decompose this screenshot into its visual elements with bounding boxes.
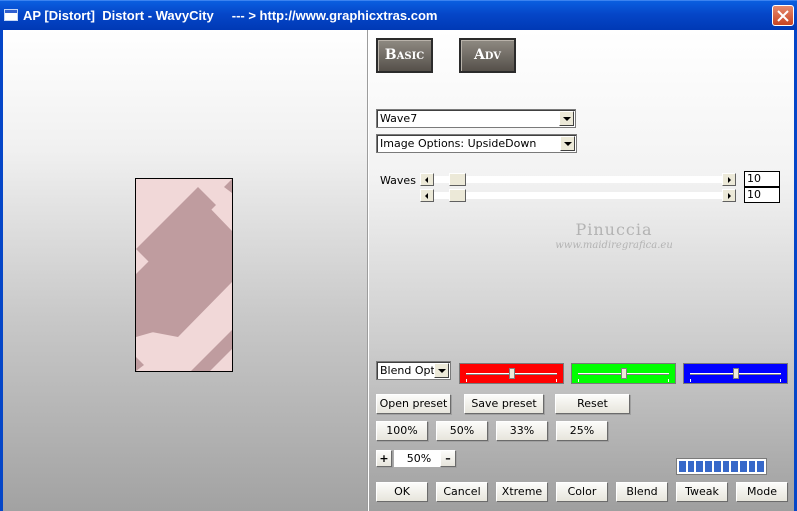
slider-tick — [780, 379, 781, 382]
image-options-value: Image Options: UpsideDown — [380, 137, 537, 150]
watermark: Pinuccia www.maidiregrafica.eu — [489, 220, 739, 251]
scroll-left-icon[interactable] — [420, 189, 434, 202]
chevron-down-icon — [559, 111, 574, 126]
red-channel-slider[interactable] — [459, 363, 564, 384]
scroll-left-icon[interactable] — [420, 173, 434, 186]
progress-segment — [696, 461, 704, 472]
slider-track — [434, 192, 722, 199]
ok-button[interactable]: OK — [376, 482, 428, 502]
progress-segment — [713, 461, 721, 472]
progress-segment — [687, 461, 695, 472]
slider-thumb[interactable] — [449, 173, 466, 186]
zoom-25-button[interactable]: 25% — [556, 421, 608, 441]
progress-segment — [748, 461, 756, 472]
progress-segment — [757, 461, 765, 472]
chevron-down-icon — [434, 363, 449, 378]
tweak-button[interactable]: Tweak — [676, 482, 728, 502]
window-title: AP [Distort] Distort - WavyCity --- > ht… — [23, 8, 438, 23]
waves-label: Waves — [380, 174, 416, 187]
chevron-down-icon — [560, 136, 575, 151]
xtreme-button[interactable]: Xtreme — [496, 482, 548, 502]
green-channel-slider[interactable] — [571, 363, 676, 384]
blend-button[interactable]: Blend — [616, 482, 668, 502]
slider-tick — [556, 379, 557, 382]
progress-segment — [705, 461, 712, 472]
effect-select[interactable]: Wave7 — [376, 109, 576, 128]
preview-pane — [3, 30, 367, 511]
slider-tick — [578, 379, 579, 382]
watermark-site: www.maidiregrafica.eu — [555, 240, 673, 251]
waves-value-2[interactable]: 10 — [744, 187, 780, 203]
close-button[interactable] — [772, 5, 794, 26]
scroll-right-icon[interactable] — [722, 189, 736, 202]
zoom-in-button[interactable]: + — [376, 450, 392, 467]
effect-select-value: Wave7 — [380, 112, 418, 125]
slider-thumb[interactable] — [449, 189, 466, 202]
basic-tab-button[interactable]: Basic — [376, 38, 433, 73]
slider-thumb[interactable] — [621, 368, 627, 379]
slider-tick — [466, 379, 467, 382]
progress-segment — [731, 461, 738, 472]
close-icon — [777, 10, 789, 22]
progress-segment — [679, 461, 686, 472]
scroll-right-icon[interactable] — [722, 173, 736, 186]
preview-image — [135, 178, 233, 372]
zoom-100-button[interactable]: 100% — [376, 421, 428, 441]
zoom-level: 50% — [394, 450, 444, 467]
slider-tick — [690, 379, 691, 382]
mode-button[interactable]: Mode — [736, 482, 788, 502]
slider-thumb[interactable] — [733, 368, 739, 379]
waves-value-1[interactable]: 10 — [744, 171, 780, 187]
slider-track — [434, 176, 722, 183]
blend-options-select[interactable]: Blend Optio — [376, 361, 451, 380]
waves-slider-2[interactable] — [420, 189, 736, 202]
cancel-button[interactable]: Cancel — [436, 482, 488, 502]
image-options-select[interactable]: Image Options: UpsideDown — [376, 134, 577, 153]
slider-tick — [668, 379, 669, 382]
color-button[interactable]: Color — [556, 482, 608, 502]
watermark-name: Pinuccia — [575, 220, 653, 239]
controls-pane: Basic Adv Wave7 Image Options: UpsideDow… — [369, 30, 794, 511]
open-preset-button[interactable]: Open preset — [376, 394, 451, 414]
progress-segment — [739, 461, 747, 472]
zoom-50-button[interactable]: 50% — [436, 421, 488, 441]
progress-segment — [722, 461, 730, 472]
zoom-out-button[interactable]: – — [440, 450, 456, 467]
title-bar: AP [Distort] Distort - WavyCity --- > ht… — [0, 0, 797, 30]
app-icon — [4, 9, 18, 21]
zoom-33-button[interactable]: 33% — [496, 421, 548, 441]
slider-thumb[interactable] — [509, 368, 515, 379]
save-preset-button[interactable]: Save preset — [464, 394, 544, 414]
blue-channel-slider[interactable] — [683, 363, 788, 384]
reset-button[interactable]: Reset — [555, 394, 630, 414]
adv-tab-button[interactable]: Adv — [459, 38, 516, 73]
waves-slider-1[interactable] — [420, 173, 736, 186]
blend-options-value: Blend Optio — [380, 364, 435, 377]
progress-bar — [676, 458, 767, 475]
